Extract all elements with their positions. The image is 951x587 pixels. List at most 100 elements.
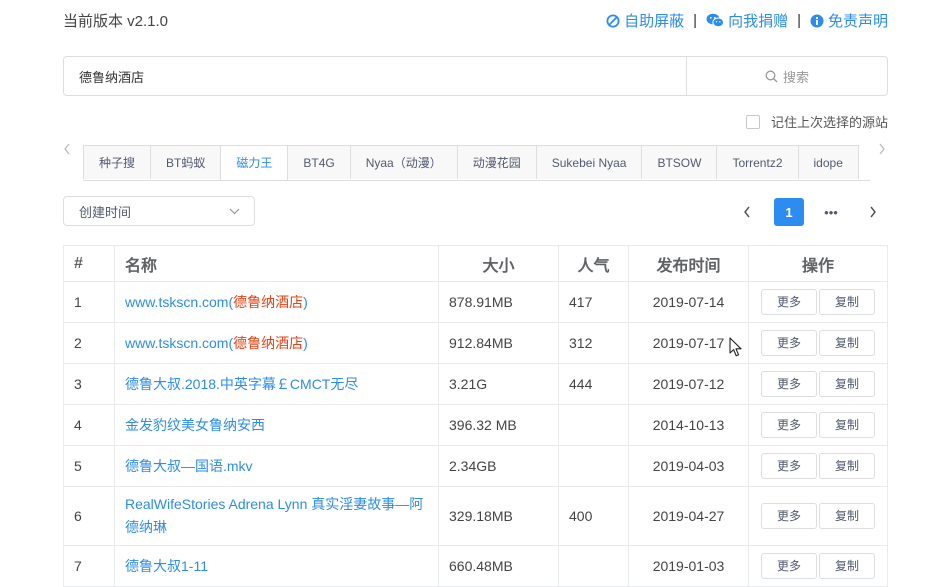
tab-btsow[interactable]: BTSOW bbox=[641, 145, 718, 179]
title-text: 德鲁大叔.2018.中英字幕￡CMCT无尽 bbox=[125, 375, 359, 392]
row-title-cell: 金发豹纹美女鲁纳安西 bbox=[114, 404, 439, 446]
tab-dmhy[interactable]: 动漫花园 bbox=[456, 145, 537, 179]
row-popularity bbox=[558, 404, 629, 446]
row-index: 5 bbox=[63, 445, 115, 487]
tab-idope[interactable]: idope bbox=[797, 145, 859, 179]
page-ellipsis[interactable]: ••• bbox=[816, 198, 846, 226]
title-highlight: 德鲁纳酒店 bbox=[233, 334, 304, 351]
remember-checkbox[interactable] bbox=[745, 114, 760, 129]
title-text: 德鲁大叔—国语.mkv bbox=[125, 457, 253, 474]
tab-prev-button[interactable] bbox=[63, 143, 71, 158]
search-button-label: 搜索 bbox=[782, 69, 809, 85]
self-block-label: 自助屏蔽 bbox=[624, 13, 685, 30]
more-button[interactable]: 更多 bbox=[761, 289, 817, 315]
tab-nyaa[interactable]: Nyaa（动漫） bbox=[349, 145, 458, 179]
more-button[interactable]: 更多 bbox=[761, 553, 817, 579]
more-button[interactable]: 更多 bbox=[761, 453, 817, 479]
row-index: 6 bbox=[63, 486, 115, 546]
pagination: 1 ••• bbox=[720, 198, 888, 226]
row-size: 396.32 MB bbox=[438, 404, 559, 446]
copy-button[interactable]: 复制 bbox=[819, 371, 875, 397]
remember-label: 记住上次选择的源站 bbox=[770, 115, 888, 130]
row-index: 3 bbox=[63, 363, 115, 405]
row-title-link[interactable]: 德鲁大叔.2018.中英字幕￡CMCT无尽 bbox=[125, 376, 358, 392]
row-title-cell: 德鲁大叔—国语.mkv bbox=[114, 445, 439, 487]
column-header-popularity: 人气 bbox=[558, 245, 629, 282]
row-actions: 更多 复制 bbox=[748, 545, 888, 587]
row-title-cell: 德鲁大叔.2018.中英字幕￡CMCT无尽 bbox=[114, 363, 439, 405]
table-row: 7 德鲁大叔1-11 660.48MB 2019-01-03 更多 复制 bbox=[63, 545, 888, 587]
title-text-end: ) bbox=[303, 334, 308, 351]
row-actions: 更多 复制 bbox=[748, 281, 888, 323]
disclaimer-link[interactable]: 免责声明 bbox=[810, 10, 888, 31]
copy-button[interactable]: 复制 bbox=[819, 453, 875, 479]
search-button[interactable]: 搜索 bbox=[686, 57, 887, 95]
copy-button[interactable]: 复制 bbox=[819, 330, 875, 356]
self-block-link[interactable]: 自助屏蔽 bbox=[606, 10, 684, 31]
tab-cili-wang[interactable]: 磁力王 bbox=[220, 145, 289, 180]
row-index: 1 bbox=[63, 281, 115, 323]
table-header-row: # 名称 大小 人气 发布时间 操作 bbox=[63, 245, 888, 282]
row-index: 4 bbox=[63, 404, 115, 446]
search-bar: 搜索 bbox=[63, 56, 888, 96]
table-row: 2 www.tskscn.com(德鲁纳酒店) 912.84MB 312 201… bbox=[63, 322, 888, 364]
version-label: 当前版本 v2.1.0 bbox=[63, 13, 169, 30]
tab-next-button[interactable] bbox=[878, 143, 886, 158]
tab-sukebei-nyaa[interactable]: Sukebei Nyaa bbox=[535, 145, 643, 179]
row-title-cell: 德鲁大叔1-11 bbox=[114, 545, 439, 587]
remember-source-option[interactable]: 记住上次选择的源站 bbox=[745, 112, 888, 131]
info-icon bbox=[810, 14, 824, 27]
title-text: RealWifeStories Adrena Lynn 真实淫妻故事—阿德纳琳 bbox=[125, 496, 424, 535]
row-actions: 更多 复制 bbox=[748, 486, 888, 546]
search-icon bbox=[765, 70, 778, 82]
copy-button[interactable]: 复制 bbox=[819, 412, 875, 438]
column-header-size: 大小 bbox=[438, 245, 559, 282]
row-size: 329.18MB bbox=[438, 486, 559, 546]
more-button[interactable]: 更多 bbox=[761, 371, 817, 397]
more-button[interactable]: 更多 bbox=[761, 412, 817, 438]
column-header-actions: 操作 bbox=[748, 245, 888, 282]
table-row: 4 金发豹纹美女鲁纳安西 396.32 MB 2014-10-13 更多 复制 bbox=[63, 404, 888, 446]
row-title-link[interactable]: 德鲁大叔1-11 bbox=[125, 558, 208, 574]
row-date: 2019-07-14 bbox=[628, 281, 749, 323]
row-title-link[interactable]: RealWifeStories Adrena Lynn 真实淫妻故事—阿德纳琳 bbox=[125, 496, 423, 535]
row-date: 2019-07-12 bbox=[628, 363, 749, 405]
row-title-cell: www.tskscn.com(德鲁纳酒店) bbox=[114, 322, 439, 364]
row-popularity bbox=[558, 545, 629, 587]
row-size: 878.91MB bbox=[438, 281, 559, 323]
ban-icon bbox=[606, 14, 620, 27]
sort-select[interactable]: 创建时间 bbox=[63, 196, 255, 226]
results-table: # 名称 大小 人气 发布时间 操作 1 www.tskscn.com(德鲁纳酒… bbox=[63, 245, 888, 587]
search-input[interactable] bbox=[64, 57, 686, 95]
copy-button[interactable]: 复制 bbox=[819, 553, 875, 579]
copy-button[interactable]: 复制 bbox=[819, 289, 875, 315]
sort-selected-value: 创建时间 bbox=[79, 204, 132, 220]
tab-bt4g[interactable]: BT4G bbox=[287, 145, 351, 179]
more-button[interactable]: 更多 bbox=[761, 330, 817, 356]
row-popularity bbox=[558, 445, 629, 487]
row-title-link[interactable]: 德鲁大叔—国语.mkv bbox=[125, 458, 253, 474]
chevron-left-icon bbox=[744, 206, 750, 218]
wechat-icon bbox=[706, 13, 725, 28]
mouse-cursor-icon bbox=[729, 337, 742, 357]
tab-torrentz2[interactable]: Torrentz2 bbox=[716, 145, 799, 179]
page-prev-button[interactable] bbox=[732, 198, 762, 226]
donate-link[interactable]: 向我捐赠 bbox=[706, 10, 788, 31]
more-button[interactable]: 更多 bbox=[761, 503, 817, 529]
tab-zhongzisou[interactable]: 种子搜 bbox=[83, 145, 152, 179]
row-title-link[interactable]: www.tskscn.com(德鲁纳酒店) bbox=[125, 335, 308, 351]
table-row: 6 RealWifeStories Adrena Lynn 真实淫妻故事—阿德纳… bbox=[63, 486, 888, 546]
header-links: 自助屏蔽 | 向我捐赠 | 免责声明 bbox=[606, 10, 888, 31]
source-tabs: 种子搜 BT蚂蚁 磁力王 BT4G Nyaa（动漫） 动漫花园 Sukebei … bbox=[83, 145, 870, 181]
row-index: 2 bbox=[63, 322, 115, 364]
row-actions: 更多 复制 bbox=[748, 322, 888, 364]
tab-bt-mayi[interactable]: BT蚂蚁 bbox=[150, 145, 222, 179]
row-popularity: 400 bbox=[558, 486, 629, 546]
row-actions: 更多 复制 bbox=[748, 445, 888, 487]
row-title-link[interactable]: www.tskscn.com(德鲁纳酒店) bbox=[125, 294, 308, 310]
row-title-link[interactable]: 金发豹纹美女鲁纳安西 bbox=[125, 417, 265, 433]
page-next-button[interactable] bbox=[858, 198, 888, 226]
copy-button[interactable]: 复制 bbox=[819, 503, 875, 529]
table-row: 1 www.tskscn.com(德鲁纳酒店) 878.91MB 417 201… bbox=[63, 281, 888, 323]
page-current[interactable]: 1 bbox=[774, 198, 804, 226]
